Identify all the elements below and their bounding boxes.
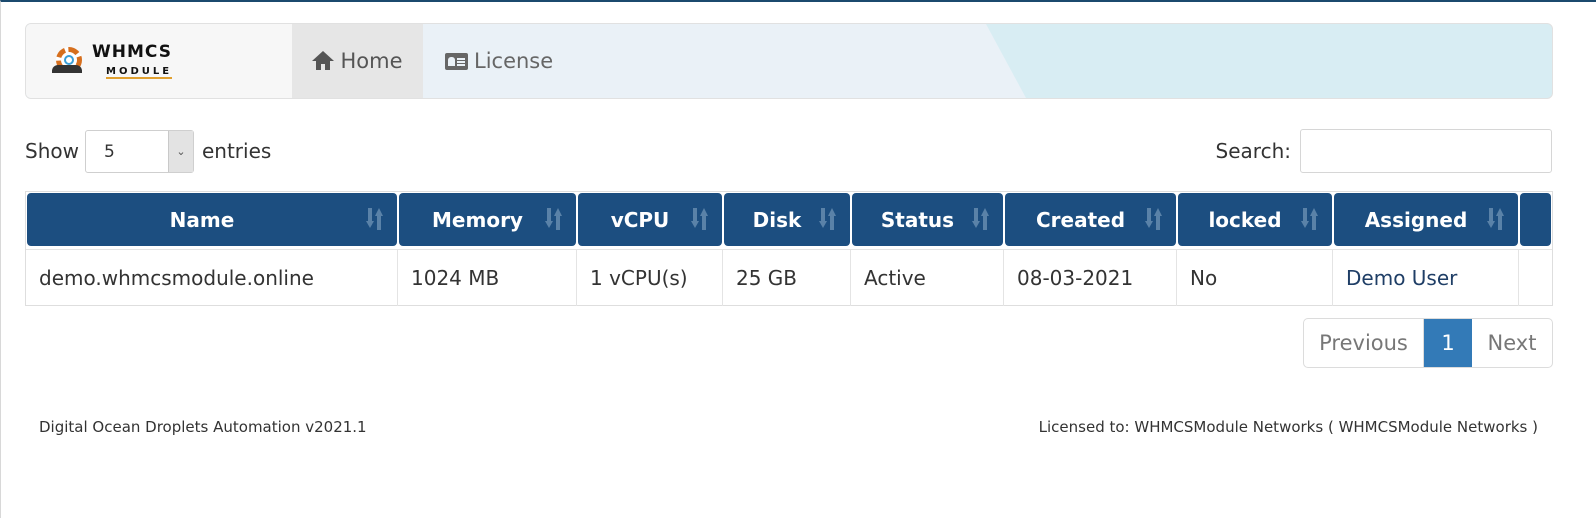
column-header-assigned[interactable]: Assigned: [1334, 193, 1518, 246]
column-header-actions: [1520, 193, 1551, 246]
nav-home[interactable]: Home: [292, 24, 423, 98]
cell-locked: No: [1177, 250, 1333, 306]
logo-text-bottom: MODULE: [106, 65, 173, 79]
nav-license[interactable]: License: [431, 24, 553, 98]
footer-version: Digital Ocean Droplets Automation v2021.…: [39, 418, 367, 436]
table-row: demo.whmcsmodule.online 1024 MB 1 vCPU(s…: [26, 249, 1552, 306]
sort-icon: [1298, 208, 1320, 230]
cell-created: 08-03-2021: [1004, 250, 1177, 306]
cell-memory: 1024 MB: [398, 250, 577, 306]
cell-name: demo.whmcsmodule.online: [26, 250, 398, 306]
column-header-name[interactable]: Name: [27, 193, 397, 246]
column-header-created[interactable]: Created: [1005, 193, 1176, 246]
previous-page-button[interactable]: Previous: [1304, 319, 1424, 367]
column-header-disk[interactable]: Disk: [724, 193, 850, 246]
column-header-memory[interactable]: Memory: [399, 193, 576, 246]
gear-icon: [52, 47, 88, 75]
logo-text-top: WHMCS: [92, 41, 172, 62]
search-label: Search:: [1215, 139, 1291, 163]
page-length-control: Show 5 ⌄ entries: [25, 129, 271, 173]
pagination: Previous 1 Next: [1303, 318, 1553, 368]
entries-label: entries: [201, 139, 272, 163]
page-length-value: 5: [103, 141, 115, 162]
sort-icon: [969, 208, 991, 230]
id-card-icon: [445, 52, 468, 70]
cell-assigned: Demo User: [1333, 250, 1519, 306]
chevron-down-icon[interactable]: ⌄: [167, 130, 193, 172]
table-header: Name Memory vCPU Disk Status Created loc…: [26, 192, 1552, 248]
sort-icon: [542, 208, 564, 230]
search-input[interactable]: [1300, 129, 1552, 173]
show-label: Show: [25, 139, 79, 163]
column-header-status[interactable]: Status: [852, 193, 1003, 246]
sort-icon: [1484, 208, 1506, 230]
assigned-user-link[interactable]: Demo User: [1346, 266, 1457, 290]
nav-license-label: License: [474, 49, 554, 73]
cell-vcpu: 1 vCPU(s): [577, 250, 723, 306]
column-header-locked[interactable]: locked: [1178, 193, 1332, 246]
logo: WHMCS MODULE: [52, 41, 173, 79]
page-length-select[interactable]: 5 ⌄: [84, 129, 194, 173]
sort-icon: [816, 208, 838, 230]
column-header-vcpu[interactable]: vCPU: [578, 193, 722, 246]
search-control: Search:: [1216, 129, 1552, 173]
cell-actions: [1519, 250, 1552, 306]
cell-status: Active: [851, 250, 1004, 306]
droplets-table: Name Memory vCPU Disk Status Created loc…: [25, 191, 1553, 306]
brand-logo[interactable]: WHMCS MODULE: [26, 24, 292, 98]
home-icon: [312, 51, 335, 71]
top-navbar: WHMCS MODULE Home License: [25, 23, 1553, 99]
cell-disk: 25 GB: [723, 250, 851, 306]
next-page-button[interactable]: Next: [1472, 319, 1552, 367]
sort-icon: [688, 208, 710, 230]
page-1-button[interactable]: 1: [1424, 319, 1472, 367]
sort-icon: [363, 208, 385, 230]
footer-license: Licensed to: WHMCSModule Networks ( WHMC…: [1038, 418, 1538, 436]
sort-icon: [1142, 208, 1164, 230]
nav-home-label: Home: [340, 49, 403, 73]
